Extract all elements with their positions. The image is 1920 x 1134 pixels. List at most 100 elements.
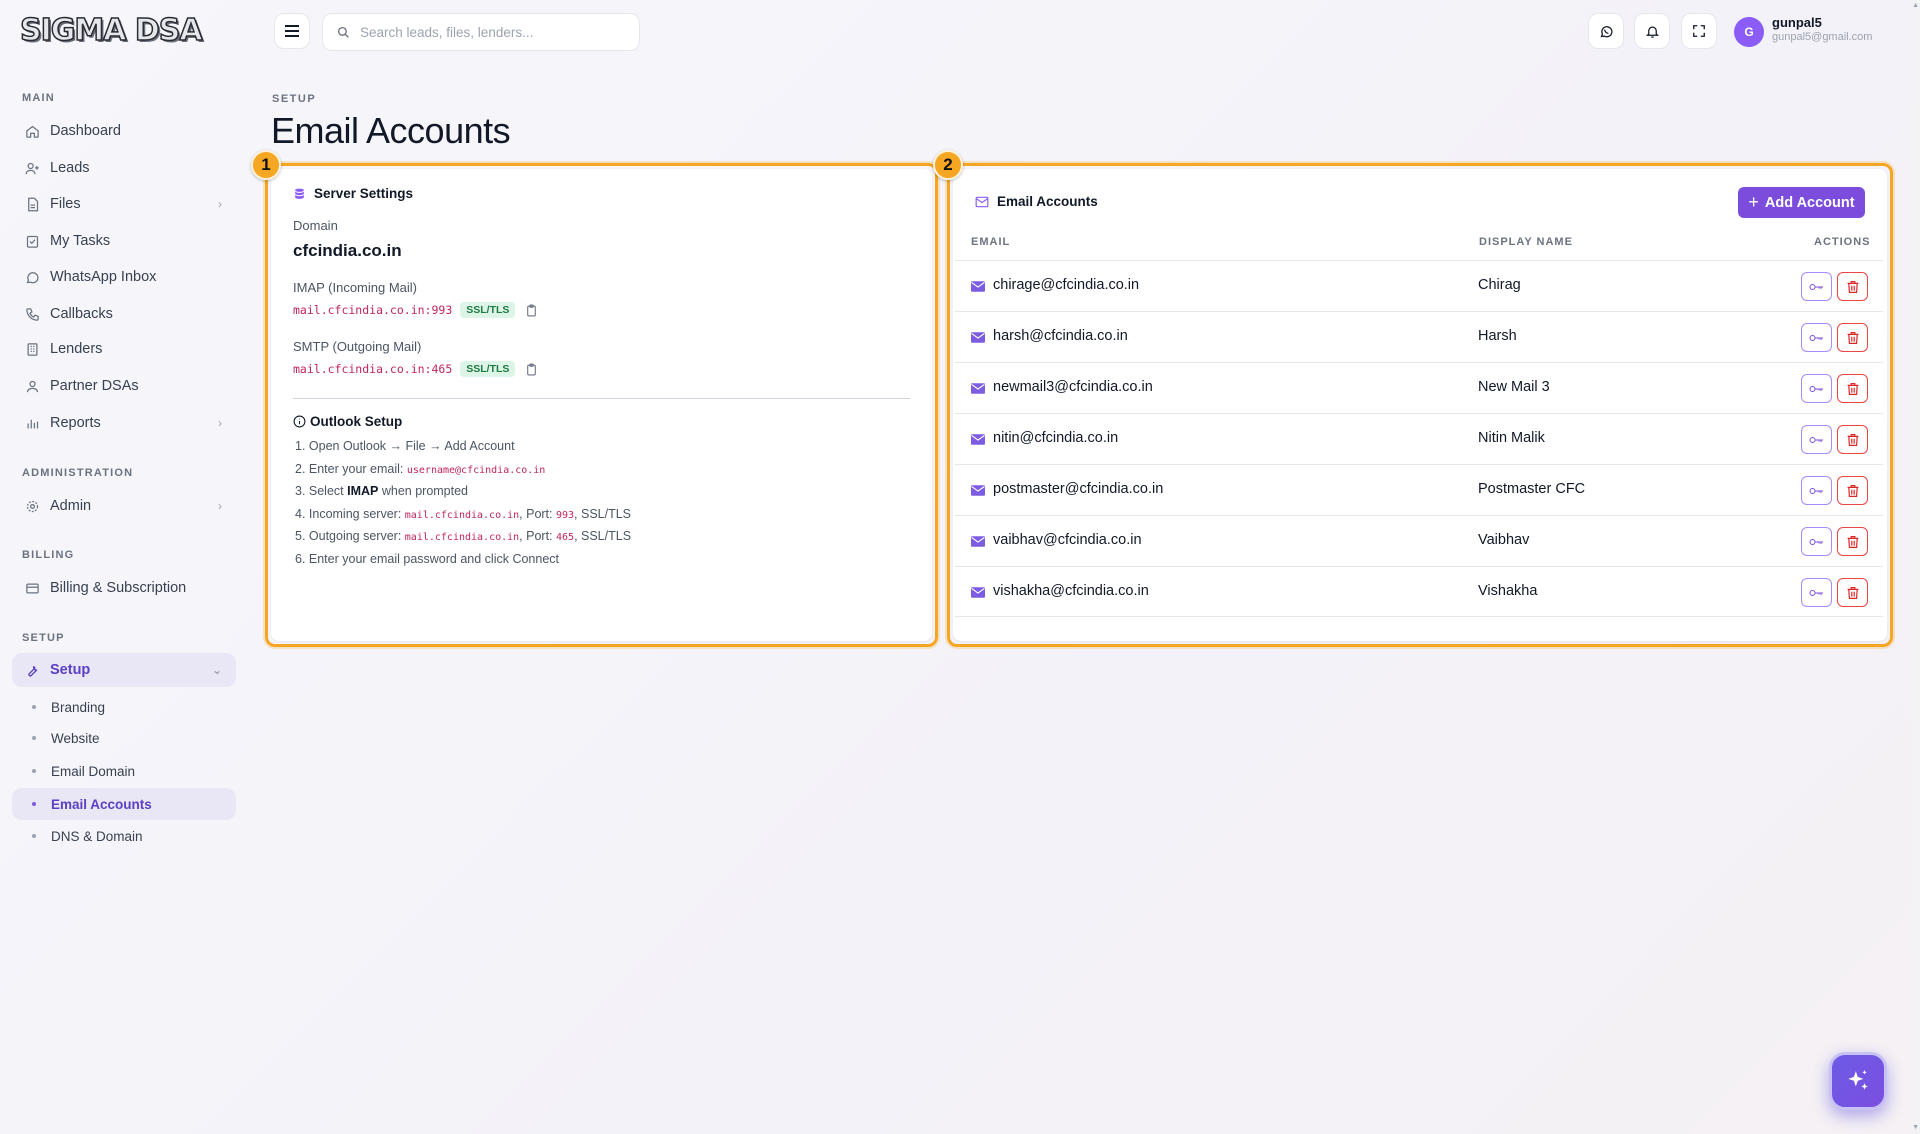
step-text: , SSL/TLS	[574, 506, 632, 521]
key-icon	[1809, 334, 1823, 341]
scroll-up-icon[interactable]: ▲	[1912, 2, 1919, 9]
page-scrollbar[interactable]: ▲ ▼	[1911, 0, 1920, 1134]
trash-icon	[1847, 484, 1858, 497]
search-input[interactable]	[360, 24, 630, 40]
sidebar-item-label: Partner DSAs	[50, 378, 139, 394]
imap-host: mail.cfcindia.co.in:993	[293, 303, 453, 317]
trash-icon	[1847, 535, 1858, 548]
outlook-setup-title-text: Outlook Setup	[310, 414, 403, 429]
bar-chart-icon	[24, 415, 40, 431]
ai-assistant-button[interactable]	[1829, 1052, 1887, 1110]
step-text: 3. Select	[295, 484, 348, 498]
sidebar-item-leads[interactable]: Leads	[12, 151, 236, 185]
sidebar-item-billing[interactable]: Billing & Subscription	[12, 571, 236, 605]
mail-icon	[971, 585, 985, 603]
sidebar-sub-email-accounts[interactable]: Email Accounts	[12, 788, 236, 820]
account-email: newmail3@cfcindia.co.in	[993, 379, 1153, 395]
mail-icon	[971, 483, 985, 501]
sidebar-sub-dns-domain[interactable]: DNS & Domain	[12, 820, 236, 852]
step-code: mail.cfcindia.co.in	[404, 532, 520, 543]
sidebar-item-admin[interactable]: Admin ›	[12, 489, 236, 523]
account-display-name: Vishakha	[1478, 583, 1538, 599]
avatar[interactable]: G	[1734, 17, 1764, 47]
scroll-down-icon[interactable]: ▼	[1912, 1124, 1919, 1131]
sidebar-item-whatsapp-inbox[interactable]: WhatsApp Inbox	[12, 260, 236, 294]
change-password-button[interactable]	[1801, 476, 1832, 505]
sidebar-item-partner-dsas[interactable]: Partner DSAs	[12, 369, 236, 403]
fullscreen-button[interactable]	[1681, 13, 1717, 49]
delete-account-button[interactable]	[1837, 374, 1868, 403]
credit-card-icon	[24, 580, 40, 596]
sidebar-sub-email-domain[interactable]: Email Domain	[12, 755, 236, 787]
table-row: newmail3@cfcindia.co.in New Mail 3	[955, 362, 1883, 413]
change-password-button[interactable]	[1801, 323, 1832, 352]
brand-logo[interactable]: SIGMA DSA	[19, 13, 203, 49]
task-check-icon	[24, 233, 40, 249]
change-password-button[interactable]	[1801, 272, 1832, 301]
email-accounts-title-text: Email Accounts	[997, 194, 1098, 209]
outlook-setup-title: Outlook Setup	[293, 414, 402, 429]
account-email: vishakha@cfcindia.co.in	[993, 583, 1149, 599]
sidebar-sub-website[interactable]: Website	[12, 722, 236, 754]
mail-icon	[971, 432, 985, 450]
step-4: 4. Incoming server: mail.cfcindia.co.in,…	[295, 503, 631, 526]
change-password-button[interactable]	[1801, 374, 1832, 403]
sidebar-item-dashboard[interactable]: Dashboard	[12, 114, 236, 148]
account-display-name: Chirag	[1478, 277, 1521, 293]
section-administration: ADMINISTRATION	[22, 467, 134, 479]
delete-account-button[interactable]	[1837, 578, 1868, 607]
file-icon	[24, 196, 40, 212]
imap-server-line: mail.cfcindia.co.in:993 SSL/TLS	[293, 302, 538, 318]
section-setup: SETUP	[22, 632, 65, 644]
trash-icon	[1847, 586, 1858, 599]
search-box[interactable]	[322, 13, 640, 51]
change-password-button[interactable]	[1801, 578, 1832, 607]
copy-imap-button[interactable]	[525, 303, 538, 318]
mail-icon	[971, 279, 985, 297]
key-icon	[1809, 538, 1823, 545]
delete-account-button[interactable]	[1837, 272, 1868, 301]
delete-account-button[interactable]	[1837, 425, 1868, 454]
notifications-button[interactable]	[1634, 13, 1670, 49]
smtp-server-line: mail.cfcindia.co.in:465 SSL/TLS	[293, 361, 538, 377]
delete-account-button[interactable]	[1837, 323, 1868, 352]
whatsapp-button[interactable]	[1588, 13, 1624, 49]
domain-value: cfcindia.co.in	[293, 241, 402, 260]
table-row: chirage@cfcindia.co.in Chirag	[955, 260, 1883, 311]
copy-smtp-button[interactable]	[525, 362, 538, 377]
annotation-badge-2: 2	[933, 150, 963, 180]
sidebar-item-my-tasks[interactable]: My Tasks	[12, 224, 236, 258]
trash-icon	[1847, 331, 1858, 344]
step-2: 2. Enter your email: username@cfcindia.c…	[295, 458, 631, 481]
sidebar-item-label: Dashboard	[50, 123, 121, 139]
delete-account-button[interactable]	[1837, 527, 1868, 556]
sidebar-item-lenders[interactable]: Lenders	[12, 332, 236, 366]
sidebar-item-files[interactable]: Files ›	[12, 187, 236, 221]
menu-toggle-button[interactable]	[274, 13, 310, 49]
key-icon	[1809, 283, 1823, 290]
change-password-button[interactable]	[1801, 527, 1832, 556]
table-row: nitin@cfcindia.co.in Nitin Malik	[955, 413, 1883, 464]
sidebar-item-label: Files	[50, 196, 81, 212]
user-name[interactable]: gunpal5	[1772, 15, 1822, 30]
account-display-name: New Mail 3	[1478, 379, 1550, 395]
trash-icon	[1847, 280, 1858, 293]
section-billing: BILLING	[22, 549, 75, 561]
sidebar-item-reports[interactable]: Reports ›	[12, 406, 236, 440]
account-display-name: Vaibhav	[1478, 532, 1530, 548]
sidebar-item-label: WhatsApp Inbox	[50, 269, 157, 285]
step-text: , SSL/TLS	[574, 529, 632, 543]
page-title: Email Accounts	[271, 110, 511, 151]
sidebar-item-callbacks[interactable]: Callbacks	[12, 297, 236, 331]
step-text: , Port:	[519, 529, 556, 543]
change-password-button[interactable]	[1801, 425, 1832, 454]
delete-account-button[interactable]	[1837, 476, 1868, 505]
add-account-button[interactable]: + Add Account	[1738, 187, 1865, 218]
sidebar-sub-branding[interactable]: Branding	[12, 691, 236, 723]
chevron-right-icon: ›	[218, 197, 222, 211]
domain-label: Domain	[293, 218, 338, 233]
user-plus-icon	[24, 160, 40, 176]
sidebar-item-setup[interactable]: Setup ⌄	[12, 653, 236, 687]
sidebar-item-label: Callbacks	[50, 306, 113, 322]
key-icon	[1809, 436, 1823, 443]
